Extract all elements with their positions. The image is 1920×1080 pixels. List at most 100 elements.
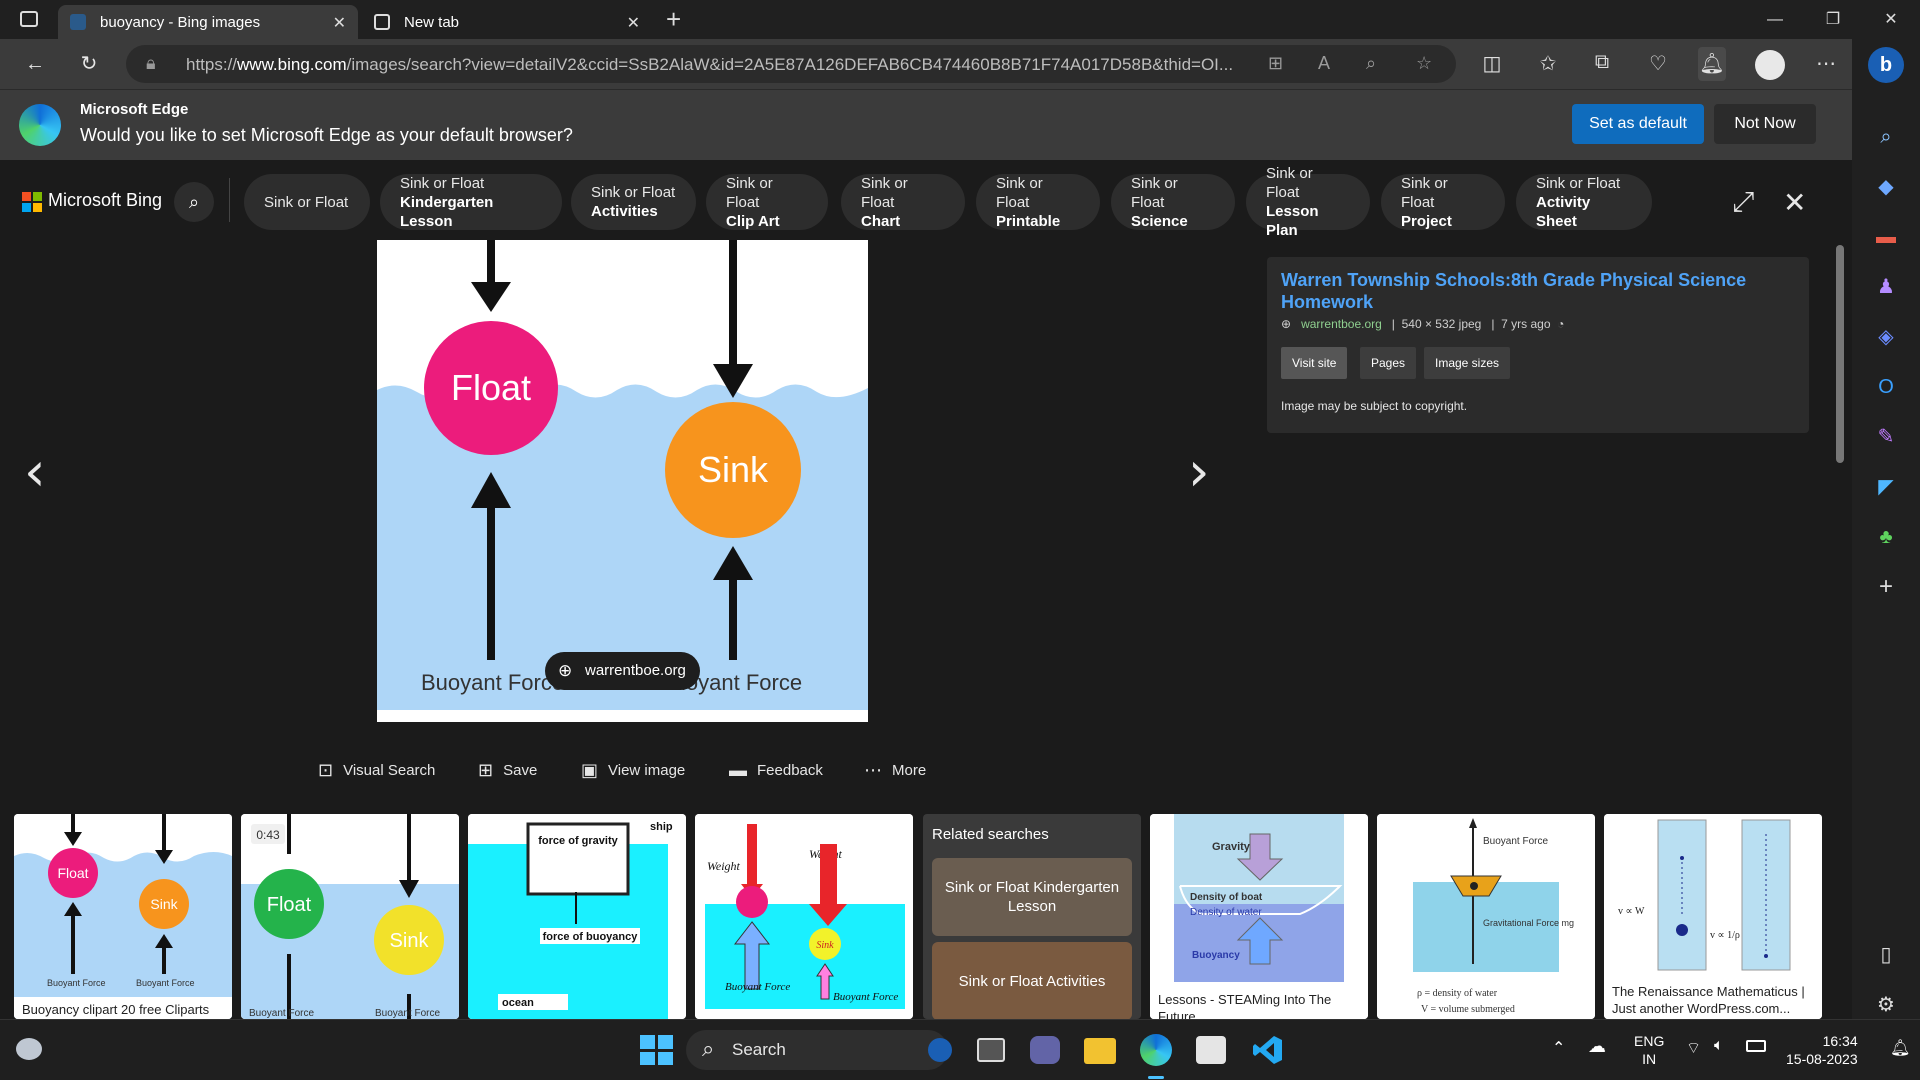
more-menu-icon[interactable]: ⋯	[1812, 51, 1840, 76]
app-available-icon[interactable]: ⊞	[1268, 53, 1283, 74]
next-image-arrow-icon[interactable]: ›	[1188, 440, 1210, 503]
url-text[interactable]: https://www.bing.com/images/search?view=…	[186, 55, 1376, 75]
image-sizes-button[interactable]: Image sizes	[1424, 347, 1511, 379]
close-tab-icon[interactable]: ✕	[333, 13, 346, 33]
buoyant-force-left: Buoyant Force	[421, 670, 564, 695]
expand-icon[interactable]: ⤢	[1732, 186, 1754, 219]
microsoft-logo-icon[interactable]	[22, 192, 42, 212]
thumbnail-7[interactable]: Buoyant Force Gravitational Force mg ρ =…	[1377, 814, 1595, 1019]
thumbnail-4[interactable]: Weight Weight Sink Buoyant Force Buoyant…	[695, 814, 913, 1019]
related-activities[interactable]: Sink or Float Activities	[932, 942, 1132, 1019]
source-pill[interactable]: ⊕ warrentboe.org	[545, 652, 700, 690]
visual-search-button[interactable]: ⊡ Visual Search	[318, 760, 435, 781]
set-as-default-button[interactable]: Set as default	[1572, 104, 1704, 144]
thumbnail-6[interactable]: Gravity Density of boat Density of water…	[1150, 814, 1368, 1019]
tab-actions-icon[interactable]	[20, 11, 38, 27]
language-indicator[interactable]: ENG IN	[1634, 1032, 1664, 1068]
profile-avatar[interactable]	[1755, 50, 1785, 80]
outlook-icon[interactable]: O	[1870, 371, 1902, 403]
thumbnail-8[interactable]: v ∝ W v ∝ 1/ρ The Renaissance Mathematic…	[1604, 814, 1822, 1019]
close-viewer-icon[interactable]: ✕	[1783, 186, 1806, 219]
shopping-icon[interactable]: ◆	[1870, 171, 1902, 203]
drop-icon[interactable]: ◤	[1870, 471, 1902, 503]
bing-button-icon[interactable]	[928, 1038, 952, 1062]
wifi-icon[interactable]: ⌔	[1686, 1038, 1701, 1058]
chip-science[interactable]: Sink or Float Science	[1111, 174, 1235, 230]
divider	[229, 178, 230, 222]
tab-bing-images[interactable]: buoyancy - Bing images ✕	[58, 5, 358, 39]
thumbnail-3[interactable]: force of gravity ship force of buoyancy …	[468, 814, 686, 1019]
tools-icon[interactable]: ▬	[1870, 221, 1902, 253]
clock[interactable]: 16:34 15-08-2023	[1786, 1032, 1858, 1068]
designer-icon[interactable]: ✎	[1870, 421, 1902, 453]
microsoft-365-icon[interactable]: ◈	[1870, 321, 1902, 353]
chip-clip-art[interactable]: Sink or Float Clip Art	[706, 174, 828, 230]
browser-essentials-icon[interactable]: ♡	[1644, 51, 1672, 76]
chip-printable[interactable]: Sink or Float Printable	[976, 174, 1100, 230]
task-view-icon[interactable]	[977, 1038, 1005, 1062]
more-button[interactable]: ⋯ More	[864, 760, 926, 781]
tree-icon[interactable]: ♣	[1870, 521, 1902, 553]
related-kindergarten-lesson[interactable]: Sink or Float Kindergarten Lesson	[932, 858, 1132, 936]
minimize-icon[interactable]: —	[1752, 6, 1798, 34]
read-aloud-icon[interactable]: A	[1318, 53, 1330, 74]
teams-chat-icon[interactable]	[1030, 1036, 1060, 1064]
lock-icon[interactable]: 🔒︎	[146, 53, 156, 74]
taskbar-search[interactable]: ⌕ Search	[686, 1030, 952, 1070]
notifications-icon[interactable]: 🔔︎	[1698, 47, 1726, 81]
add-sidebar-app-icon[interactable]: +	[1870, 571, 1902, 603]
split-screen-icon[interactable]: ◫	[1478, 51, 1506, 76]
new-tab-plus-icon[interactable]: +	[666, 4, 681, 35]
main-image[interactable]: Float Sink Buoyant Force Buoyant Force	[377, 240, 868, 722]
onedrive-icon[interactable]: ☁	[1588, 1036, 1606, 1057]
refresh-icon[interactable]: ↻	[74, 50, 104, 78]
vs-code-icon[interactable]	[1252, 1034, 1286, 1068]
chip-sink-or-float[interactable]: Sink or Float	[244, 174, 370, 230]
volume-icon[interactable]: 🔈︎	[1714, 1037, 1724, 1055]
chip-lesson-plan[interactable]: Sink or Float Lesson Plan	[1246, 165, 1370, 239]
chip-chart[interactable]: Sink or Float Chart	[841, 174, 965, 230]
favorites-icon[interactable]: ✩	[1534, 51, 1562, 76]
battery-icon[interactable]	[1746, 1040, 1766, 1052]
meta-site[interactable]: warrentboe.org	[1301, 317, 1382, 331]
chip-kindergarten-lesson[interactable]: Sink or Float Kindergarten Lesson	[380, 174, 562, 230]
zoom-icon[interactable]: ⌕	[1366, 53, 1376, 74]
sidebar-settings-icon[interactable]: ⚙	[1870, 989, 1902, 1021]
bing-brand[interactable]: Microsoft Bing	[48, 190, 162, 211]
chip-activities[interactable]: Sink or Float Activities	[571, 174, 696, 230]
bing-chat-icon[interactable]: b	[1868, 47, 1904, 83]
edge-taskbar-icon[interactable]	[1140, 1034, 1172, 1066]
close-window-icon[interactable]: ✕	[1868, 6, 1914, 34]
visit-site-button[interactable]: Visit site	[1281, 347, 1348, 379]
scrollbar-thumb[interactable]	[1836, 245, 1844, 463]
chip-activity-sheet[interactable]: Sink or Float Activity Sheet	[1516, 174, 1652, 230]
start-windows-icon[interactable]	[638, 1033, 673, 1067]
windows-taskbar: ⌕ Search ⌃ ☁ ENG IN ⌔ 🔈︎ 16:34 15-08-2023 …	[0, 1019, 1920, 1080]
source-page-title[interactable]: Warren Township Schools:8th Grade Physic…	[1281, 269, 1781, 313]
feedback-button[interactable]: ▬ Feedback	[729, 760, 823, 781]
favorite-star-icon[interactable]: ☆	[1416, 53, 1432, 74]
previous-image-arrow-icon[interactable]: ‹	[24, 440, 46, 503]
games-icon[interactable]: ♟	[1870, 271, 1902, 303]
restore-icon[interactable]: ❐	[1810, 6, 1856, 34]
back-icon[interactable]: ←	[20, 50, 50, 78]
hide-sidebar-icon[interactable]: ▯	[1870, 939, 1902, 971]
bing-search-icon[interactable]: ⌕	[174, 182, 214, 222]
microsoft-store-icon[interactable]	[1196, 1036, 1226, 1064]
view-image-button[interactable]: ▣ View image	[581, 760, 685, 781]
chip-project[interactable]: Sink or Float Project	[1381, 174, 1505, 230]
collections-icon[interactable]: ⧉	[1588, 51, 1616, 74]
address-bar[interactable]: 🔒︎ https://www.bing.com/images/search?vi…	[126, 45, 1456, 83]
not-now-button[interactable]: Not Now	[1714, 104, 1816, 144]
thumbnail-1[interactable]: Float Sink Buoyant Force Buoyant Force B…	[14, 814, 232, 1019]
sidebar-search-icon[interactable]: ⌕	[1870, 121, 1902, 153]
file-explorer-icon[interactable]	[1084, 1038, 1116, 1064]
weather-icon[interactable]	[16, 1038, 42, 1060]
close-tab-icon[interactable]: ✕	[627, 13, 640, 33]
thumbnail-2-video[interactable]: Float Sink 0:43 Buoyant Force Buoyant Fo…	[241, 814, 459, 1019]
pages-button[interactable]: Pages	[1360, 347, 1417, 379]
save-button[interactable]: ⊞ Save	[478, 760, 537, 781]
show-hidden-icons[interactable]: ⌃	[1552, 1038, 1565, 1058]
notification-center-icon[interactable]: 🔔︎	[1890, 1038, 1910, 1058]
tab-new-tab[interactable]: New tab ✕	[362, 5, 652, 39]
